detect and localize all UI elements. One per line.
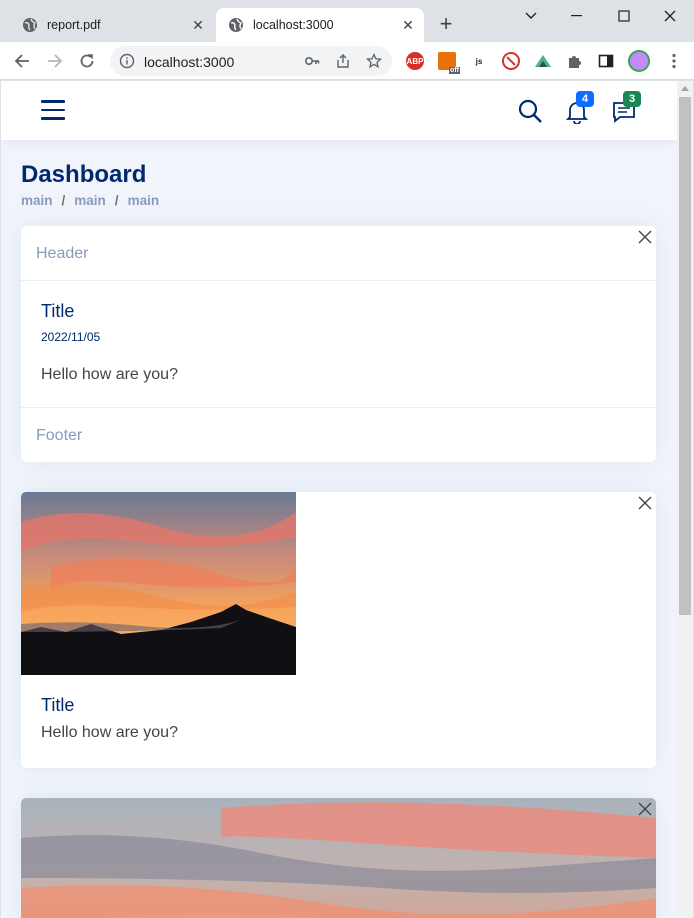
tab-title: report.pdf: [47, 18, 101, 32]
browser-toolbar: localhost:3000 ABP off js: [0, 42, 694, 80]
breadcrumb-item[interactable]: main: [74, 193, 106, 208]
card-image-wide: [21, 798, 656, 918]
breadcrumb-item[interactable]: main: [128, 193, 160, 208]
card-date: 2022/11/05: [41, 330, 101, 344]
more-menu-icon[interactable]: [665, 52, 683, 70]
close-icon[interactable]: ✕: [191, 18, 205, 32]
scroll-up-arrow-icon[interactable]: [681, 86, 689, 91]
card-text: Header Title 2022/11/05 Hello how are yo…: [21, 226, 656, 462]
globe-icon: [228, 17, 244, 33]
page-scrollbar[interactable]: [677, 81, 693, 918]
card-text: Hello how are you?: [41, 366, 178, 383]
vue-devtools-icon[interactable]: [534, 52, 552, 70]
card-footer: Footer: [21, 407, 656, 461]
hamburger-menu-icon[interactable]: [41, 100, 65, 120]
scrollbar-thumb[interactable]: [679, 97, 691, 615]
window-close-icon[interactable]: [655, 6, 685, 26]
share-icon[interactable]: [335, 53, 351, 69]
card-image: Title Hello how are you?: [21, 492, 656, 768]
notifications-badge: 4: [576, 91, 594, 107]
browser-tab-localhost[interactable]: localhost:3000 ✕: [216, 8, 424, 42]
card-body: Title Hello how are you?: [21, 675, 656, 762]
card-text: Hello how are you?: [41, 724, 178, 741]
bookmark-star-icon[interactable]: [365, 52, 383, 69]
address-bar[interactable]: localhost:3000: [110, 46, 392, 76]
card-title: Title: [41, 695, 75, 715]
browser-tabstrip: report.pdf ✕ localhost:3000 ✕ +: [0, 0, 694, 42]
app-header: 4 3: [1, 81, 677, 140]
sunset-mountain-image: [21, 492, 296, 675]
close-icon[interactable]: [638, 802, 652, 816]
search-icon[interactable]: [517, 98, 543, 124]
page-title: Dashboard: [21, 161, 147, 188]
messages-badge: 3: [623, 91, 641, 107]
breadcrumb: main / main / main: [21, 193, 159, 208]
tab-title: localhost:3000: [253, 18, 334, 32]
side-panel-icon[interactable]: [597, 52, 615, 70]
site-info-icon[interactable]: [119, 53, 135, 69]
url-text: localhost:3000: [144, 54, 235, 70]
notifications-button[interactable]: 4: [564, 91, 594, 125]
new-tab-plus-icon[interactable]: +: [436, 13, 456, 36]
js-extension-icon[interactable]: js: [470, 52, 488, 70]
adblock-extension-icon[interactable]: ABP: [406, 52, 424, 70]
off-extension-icon[interactable]: off: [438, 52, 460, 74]
browser-tab-report[interactable]: report.pdf ✕: [8, 8, 214, 42]
back-arrow-icon[interactable]: [11, 50, 33, 72]
breadcrumb-separator: /: [61, 193, 66, 208]
card-title: Title: [41, 301, 75, 321]
close-icon[interactable]: [638, 230, 652, 244]
reload-icon[interactable]: [76, 50, 98, 72]
forward-arrow-icon[interactable]: [44, 50, 66, 72]
card-header: Header: [21, 226, 656, 281]
page-viewport: 4 3 Dashboard main / main / main Header …: [1, 81, 677, 918]
breadcrumb-item[interactable]: main: [21, 193, 53, 208]
tab-search-chevron-icon[interactable]: [516, 6, 546, 26]
card-body: Title 2022/11/05 Hello how are you?: [21, 281, 656, 404]
profile-avatar[interactable]: [628, 50, 650, 72]
block-extension-icon[interactable]: [502, 52, 520, 70]
messages-button[interactable]: 3: [611, 91, 641, 124]
minimize-icon[interactable]: [562, 6, 592, 26]
maximize-icon[interactable]: [609, 6, 639, 26]
globe-icon: [22, 17, 38, 33]
puzzle-extensions-icon[interactable]: [566, 52, 584, 70]
sunset-sky-image: [21, 798, 656, 918]
breadcrumb-separator: /: [114, 193, 119, 208]
key-icon[interactable]: [304, 53, 320, 69]
off-label: off: [449, 67, 460, 74]
close-icon[interactable]: ✕: [401, 18, 415, 32]
close-icon[interactable]: [638, 496, 652, 510]
